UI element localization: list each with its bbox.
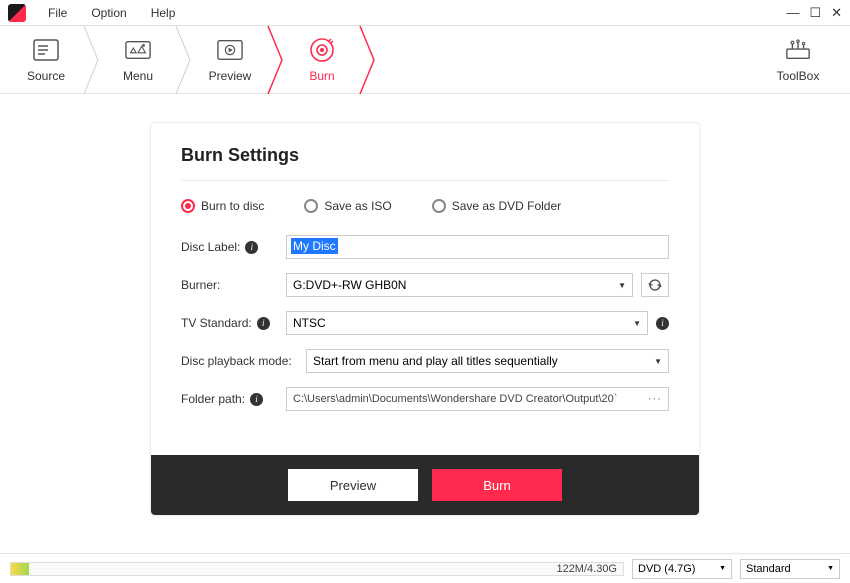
refresh-icon xyxy=(648,278,662,292)
info-icon[interactable]: i xyxy=(656,317,669,330)
burn-icon xyxy=(309,37,335,63)
chevron-down-icon: ▼ xyxy=(633,319,641,328)
close-icon[interactable]: ✕ xyxy=(831,5,842,21)
disc-label-label: Disc Label: i xyxy=(181,240,286,254)
quality-select[interactable]: Standard ▼ xyxy=(740,559,840,579)
nav-menu[interactable]: Menu xyxy=(92,26,184,94)
playback-mode-select[interactable]: Start from menu and play all titles sequ… xyxy=(306,349,669,373)
burn-button[interactable]: Burn xyxy=(432,469,562,501)
menu-help[interactable]: Help xyxy=(139,6,188,20)
nav-menu-label: Menu xyxy=(123,69,153,83)
refresh-button[interactable] xyxy=(641,273,669,297)
info-icon[interactable]: i xyxy=(245,241,258,254)
radio-save-as-iso[interactable]: Save as ISO xyxy=(304,199,391,213)
panel-footer: Preview Burn xyxy=(151,455,699,515)
app-logo-icon xyxy=(8,4,26,22)
panel-title: Burn Settings xyxy=(181,145,669,181)
burner-select[interactable]: G:DVD+-RW GHB0N ▼ xyxy=(286,273,633,297)
menu-file[interactable]: File xyxy=(36,6,79,20)
burn-settings-panel: Burn Settings Burn to disc Save as ISO S… xyxy=(150,122,700,516)
main-area: Burn Settings Burn to disc Save as ISO S… xyxy=(0,94,850,536)
tv-standard-label: TV Standard: i xyxy=(181,316,286,330)
radio-icon xyxy=(181,199,195,213)
browse-icon: ··· xyxy=(648,393,662,405)
info-icon[interactable]: i xyxy=(250,393,263,406)
nav-preview-label: Preview xyxy=(209,69,252,83)
preview-icon xyxy=(217,37,243,63)
source-icon xyxy=(33,37,59,63)
disc-usage-bar: 122M/4.30G xyxy=(10,562,624,576)
menu-icon xyxy=(125,37,151,63)
radio-save-as-iso-label: Save as ISO xyxy=(324,199,391,213)
maximize-icon[interactable]: ☐ xyxy=(809,5,821,21)
nav-bar: Source Menu Preview Burn ToolBox xyxy=(0,26,850,94)
radio-icon xyxy=(432,199,446,213)
radio-burn-to-disc[interactable]: Burn to disc xyxy=(181,199,264,213)
radio-save-as-dvd-folder[interactable]: Save as DVD Folder xyxy=(432,199,561,213)
preview-button[interactable]: Preview xyxy=(288,469,418,501)
nav-source-label: Source xyxy=(27,69,65,83)
status-bar: 122M/4.30G DVD (4.7G) ▼ Standard ▼ xyxy=(0,553,850,583)
burner-label: Burner: xyxy=(181,278,286,292)
disc-label-input[interactable]: My Disc xyxy=(286,235,669,259)
chevron-down-icon: ▼ xyxy=(719,565,726,572)
chevron-down-icon: ▼ xyxy=(827,565,834,572)
nav-toolbox-label: ToolBox xyxy=(777,69,820,83)
chevron-down-icon: ▼ xyxy=(618,281,626,290)
toolbox-icon xyxy=(785,37,811,63)
folder-path-label: Folder path: i xyxy=(181,392,286,406)
playback-mode-label: Disc playback mode: xyxy=(181,354,306,368)
tv-standard-select[interactable]: NTSC ▼ xyxy=(286,311,648,335)
folder-path-input[interactable]: C:\Users\admin\Documents\Wondershare DVD… xyxy=(286,387,669,411)
nav-burn-label: Burn xyxy=(309,69,334,83)
output-type-radios: Burn to disc Save as ISO Save as DVD Fol… xyxy=(181,199,669,213)
chevron-down-icon: ▼ xyxy=(654,357,662,366)
minimize-icon[interactable]: — xyxy=(786,5,799,20)
radio-burn-to-disc-label: Burn to disc xyxy=(201,199,264,213)
radio-icon xyxy=(304,199,318,213)
info-icon[interactable]: i xyxy=(257,317,270,330)
menu-option[interactable]: Option xyxy=(79,6,138,20)
radio-save-as-dvd-folder-label: Save as DVD Folder xyxy=(452,199,561,213)
nav-preview[interactable]: Preview xyxy=(184,26,276,94)
nav-burn[interactable]: Burn xyxy=(276,26,368,94)
disc-type-select[interactable]: DVD (4.7G) ▼ xyxy=(632,559,732,579)
nav-toolbox[interactable]: ToolBox xyxy=(752,26,844,94)
nav-source[interactable]: Source xyxy=(0,26,92,94)
title-bar: File Option Help — ☐ ✕ xyxy=(0,0,850,26)
progress-fill xyxy=(11,563,29,575)
window-controls: — ☐ ✕ xyxy=(786,5,842,21)
progress-text: 122M/4.30G xyxy=(556,563,617,575)
